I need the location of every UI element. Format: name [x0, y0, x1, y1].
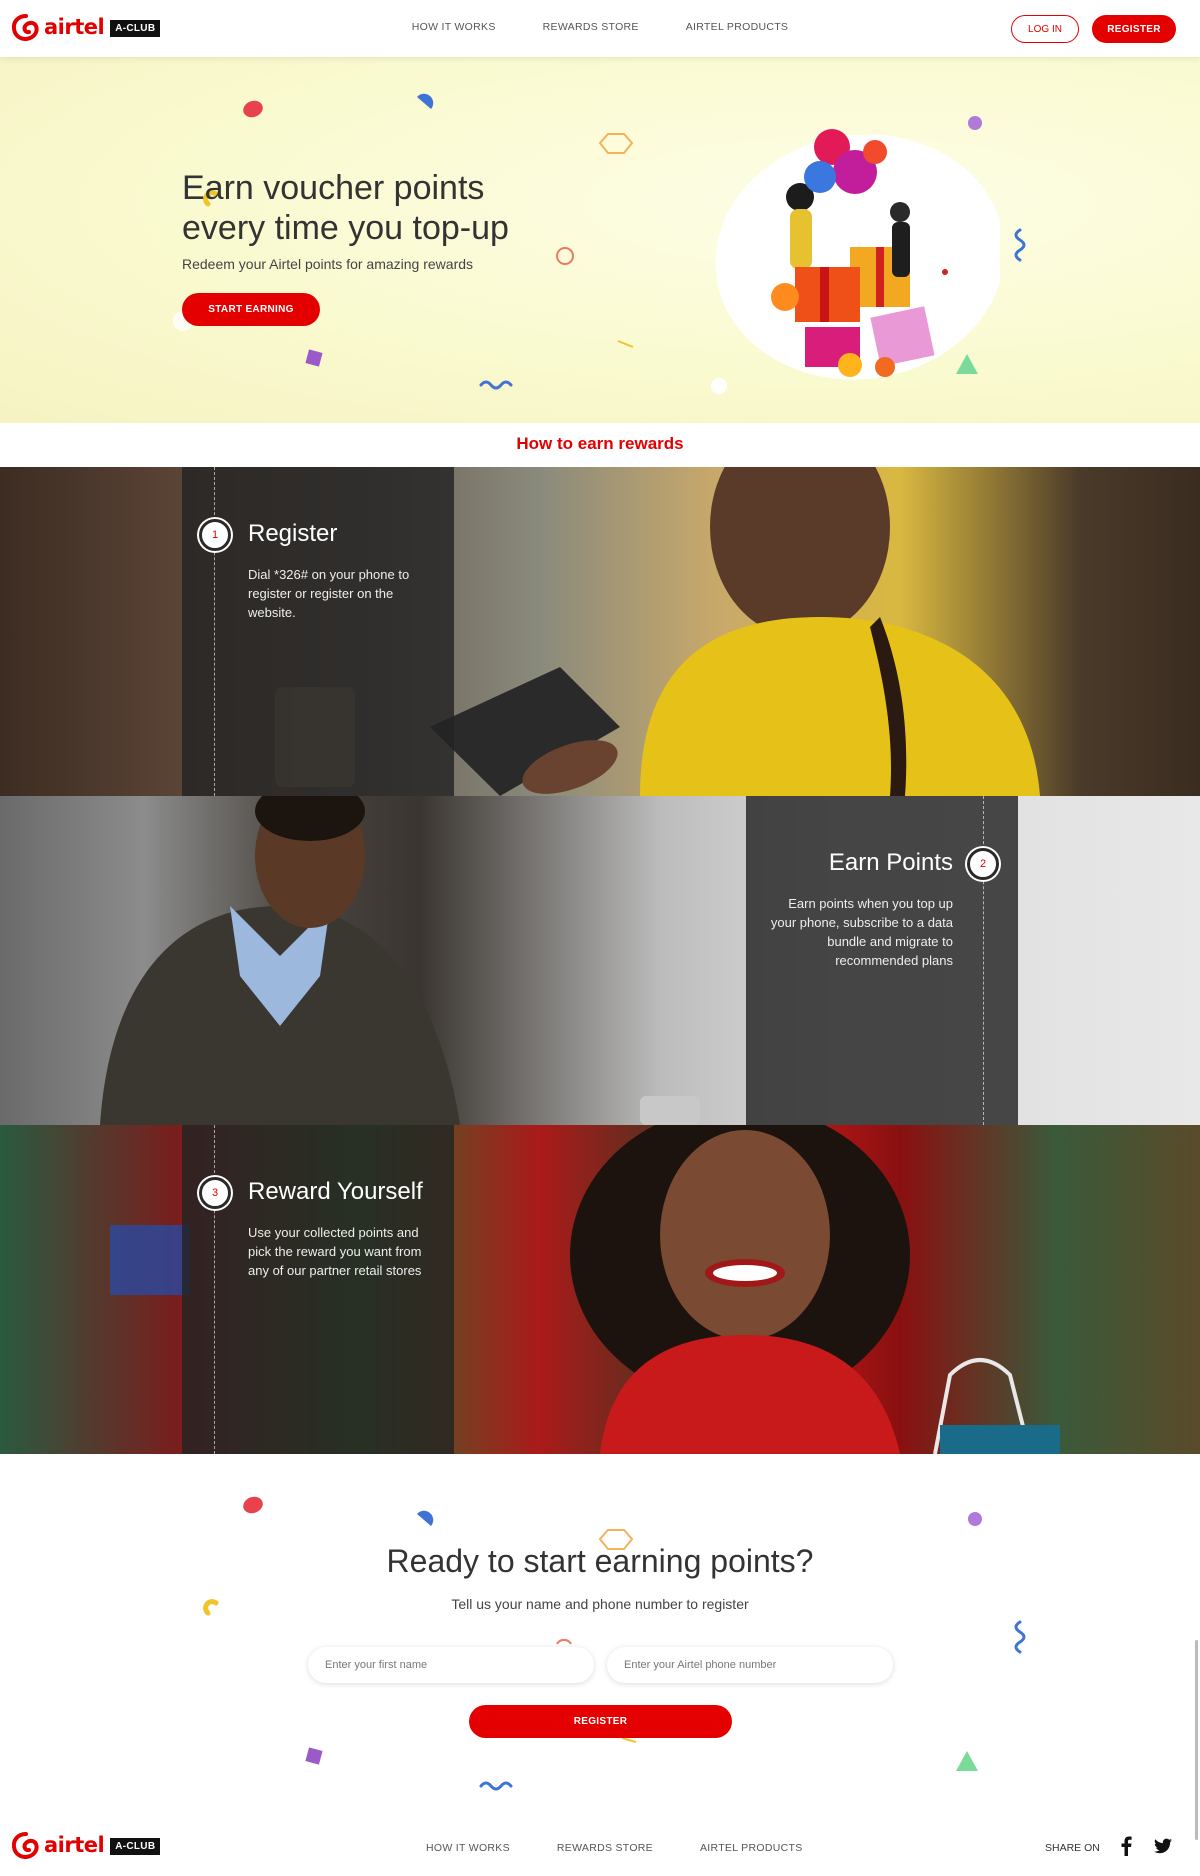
register-button[interactable]: REGISTER	[1092, 15, 1176, 43]
ready-subtitle: Tell us your name and phone number to re…	[451, 1596, 749, 1612]
ready-title: Ready to start earning points?	[386, 1543, 814, 1579]
site-header: airtel A-CLUB HOW IT WORKS REWARDS STORE…	[0, 0, 1200, 57]
scrollbar-thumb[interactable]	[1195, 1640, 1198, 1840]
airtel-swoosh-icon	[11, 14, 39, 41]
logo-badge: A-CLUB	[110, 19, 161, 37]
nav-rewards-store[interactable]: REWARDS STORE	[543, 21, 639, 33]
hero-title: Earn voucher points every time you top-u…	[182, 169, 509, 247]
footer-logo-badge: A-CLUB	[110, 1837, 161, 1855]
step-2-text: Earn points when you top up your phone, …	[770, 896, 953, 968]
step-1-text: Dial *326# on your phone to register or …	[248, 567, 410, 620]
airtel-swoosh-icon	[11, 1832, 39, 1859]
hero-gifts-illustration	[715, 129, 1000, 380]
login-button[interactable]: LOG IN	[1011, 15, 1079, 43]
footer-logo-wordmark: airtel	[44, 1832, 105, 1857]
footer-nav-rewards-store[interactable]: REWARDS STORE	[557, 1842, 653, 1854]
phone-number-input[interactable]	[607, 1647, 893, 1683]
surprised-man-photo	[100, 796, 700, 1125]
logo-wordmark: airtel	[44, 14, 105, 39]
footer-nav-airtel-products[interactable]: AIRTEL PRODUCTS	[700, 1842, 803, 1854]
step-3-text: Use your collected points and pick the r…	[248, 1225, 422, 1278]
confetti-decoration	[173, 93, 1026, 394]
woman-with-phone-photo	[275, 467, 1040, 796]
step-2-number: 2	[967, 848, 999, 880]
airtel-logo[interactable]: airtel A-CLUB	[11, 13, 161, 43]
twitter-icon[interactable]	[1154, 1838, 1172, 1854]
hero-section: Earn voucher points every time you top-u…	[0, 57, 1200, 423]
smiling-woman-shopping-photo	[110, 1125, 1060, 1454]
footer-nav: HOW IT WORKS REWARDS STORE AIRTEL PRODUC…	[426, 1842, 803, 1854]
hero-subtitle: Redeem your Airtel points for amazing re…	[182, 256, 474, 272]
share-on-label: SHARE ON	[1045, 1842, 1100, 1854]
how-to-earn-title: How to earn rewards	[516, 434, 684, 453]
step-1-title: Register	[248, 520, 338, 547]
step-reward-yourself-section: 3 Reward Yourself Use your collected poi…	[0, 1125, 1200, 1454]
start-earning-button[interactable]: START EARNING	[182, 293, 320, 326]
step-register-section: 1 Register Dial *326# on your phone to r…	[0, 467, 1200, 796]
step-earn-points-section: 2 Earn Points Earn points when you top u…	[0, 796, 1200, 1125]
register-submit-button[interactable]: REGISTER	[469, 1705, 732, 1738]
footer-airtel-logo[interactable]: airtel A-CLUB	[11, 1831, 161, 1861]
step-3-number: 3	[199, 1177, 231, 1209]
nav-airtel-products[interactable]: AIRTEL PRODUCTS	[686, 21, 789, 33]
footer-nav-how-it-works[interactable]: HOW IT WORKS	[426, 1842, 510, 1854]
confetti-decoration-bottom	[203, 1496, 1026, 1791]
nav-how-it-works[interactable]: HOW IT WORKS	[412, 21, 496, 33]
step-1-overlay	[182, 467, 454, 796]
step-1-number: 1	[199, 519, 231, 551]
first-name-input[interactable]	[308, 1647, 594, 1683]
step-3-title: Reward Yourself	[248, 1178, 423, 1205]
site-footer: airtel A-CLUB HOW IT WORKS REWARDS STORE…	[0, 1818, 1200, 1876]
step-2-title: Earn Points	[828, 849, 953, 876]
step-3-overlay	[182, 1125, 454, 1454]
facebook-icon[interactable]	[1119, 1836, 1133, 1856]
